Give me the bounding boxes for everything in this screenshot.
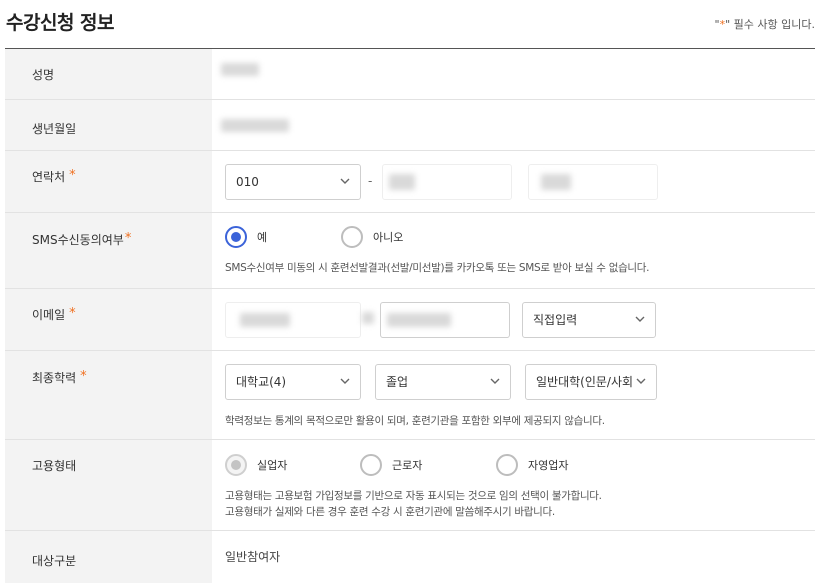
radio-unchecked-icon xyxy=(341,226,363,248)
label-email: 이메일 * xyxy=(5,289,212,350)
label-target: 대상구분 xyxy=(5,531,212,583)
row-sms: SMS수신동의여부 * 예 아니오 SMS수신여부 미동의 시 훈련선발결과(선발… xyxy=(5,213,815,289)
employment-help-text-2: 고용형태가 실제와 다른 경우 훈련 수강 시 훈련기관에 말씀해주시기 바랍니… xyxy=(225,506,555,518)
required-star: * xyxy=(80,369,87,384)
sms-options: 예 아니오 SMS수신여부 미동의 시 훈련선발결과(선발/미선발)를 카카오톡… xyxy=(212,213,815,288)
phone-dash: - xyxy=(368,174,373,188)
phone-middle-input[interactable] xyxy=(382,164,512,200)
radio-sms-yes[interactable]: 예 xyxy=(225,226,267,248)
chevron-down-icon xyxy=(490,378,500,384)
row-birth: 생년월일 xyxy=(5,100,815,151)
email-id-input[interactable] xyxy=(225,302,361,338)
employment-options: 실업자 근로자 자영업자 고용형태는 고용보험 가입정보를 기반으로 자동 표시… xyxy=(212,440,815,530)
chevron-down-icon xyxy=(635,316,645,322)
row-education: 최종학력 * 대학교(4) 졸업 일반대학(인문/사회 학력정보는 통계의 목적으… xyxy=(5,351,815,440)
phone-fields: 010 - xyxy=(212,151,815,212)
required-star: * xyxy=(69,306,76,321)
radio-checked-icon xyxy=(225,226,247,248)
name-blurred-value xyxy=(221,63,259,76)
required-star: * xyxy=(69,168,76,183)
radio-worker: 근로자 xyxy=(360,454,422,476)
label-birth: 생년월일 xyxy=(5,100,212,150)
label-employment: 고용형태 xyxy=(5,440,212,530)
row-name: 성명 xyxy=(5,49,815,100)
education-status-select[interactable]: 졸업 xyxy=(375,364,511,400)
radio-self-employed: 자영업자 xyxy=(496,454,568,476)
radio-unemployed: 실업자 xyxy=(225,454,287,476)
education-type-select[interactable]: 일반대학(인문/사회 xyxy=(525,364,657,400)
row-employment: 고용형태 실업자 근로자 자영업자 고용형태는 고용보험 가입정보를 기반으로 … xyxy=(5,440,815,531)
name-value xyxy=(212,49,815,99)
required-star: * xyxy=(124,231,132,246)
chevron-down-icon xyxy=(340,178,350,184)
label-phone: 연락처 * xyxy=(5,151,212,212)
sms-help-text: SMS수신여부 미동의 시 훈련선발결과(선발/미선발)를 카카오톡 또는 SM… xyxy=(225,262,650,274)
page-title: 수강신청 정보 xyxy=(6,12,115,34)
label-education: 최종학력 * xyxy=(5,351,212,439)
phone-prefix-select[interactable]: 010 xyxy=(225,164,361,200)
employment-help-text-1: 고용형태는 고용보험 가입정보를 기반으로 자동 표시되는 것으로 임의 선택이… xyxy=(225,490,602,502)
email-domain-input[interactable] xyxy=(380,302,510,338)
chevron-down-icon xyxy=(340,378,350,384)
education-level-select[interactable]: 대학교(4) xyxy=(225,364,361,400)
education-fields: 대학교(4) 졸업 일반대학(인문/사회 학력정보는 통계의 목적으로만 활용이… xyxy=(212,351,815,439)
radio-unchecked-icon xyxy=(360,454,382,476)
radio-checked-disabled-icon xyxy=(225,454,247,476)
email-domain-select[interactable]: 직접입력 xyxy=(522,302,656,338)
birth-value xyxy=(212,100,815,150)
row-email: 이메일 * 직접입력 xyxy=(5,289,815,351)
required-note: "*" 필수 사항 입니다. xyxy=(714,18,815,31)
phone-last-input[interactable] xyxy=(528,164,658,200)
enrollment-form: 성명 생년월일 연락처 * 010 - SMS수신동의여부 * 예 아니오 SM… xyxy=(5,48,815,583)
row-target: 대상구분 일반참여자 xyxy=(5,531,815,583)
radio-sms-no[interactable]: 아니오 xyxy=(341,226,403,248)
email-fields: 직접입력 xyxy=(212,289,815,350)
row-phone: 연락처 * 010 - xyxy=(5,151,815,213)
target-text: 일반참여자 xyxy=(225,550,281,564)
email-at-sign xyxy=(362,312,374,324)
target-value: 일반참여자 xyxy=(212,531,815,583)
education-help-text: 학력정보는 통계의 목적으로만 활용이 되며, 훈련기관을 포함한 외부에 제공… xyxy=(225,415,605,427)
label-name: 성명 xyxy=(5,49,212,99)
label-sms: SMS수신동의여부 * xyxy=(5,213,212,288)
chevron-down-icon xyxy=(635,375,647,387)
radio-unchecked-icon xyxy=(496,454,518,476)
birth-blurred-value xyxy=(221,119,289,132)
